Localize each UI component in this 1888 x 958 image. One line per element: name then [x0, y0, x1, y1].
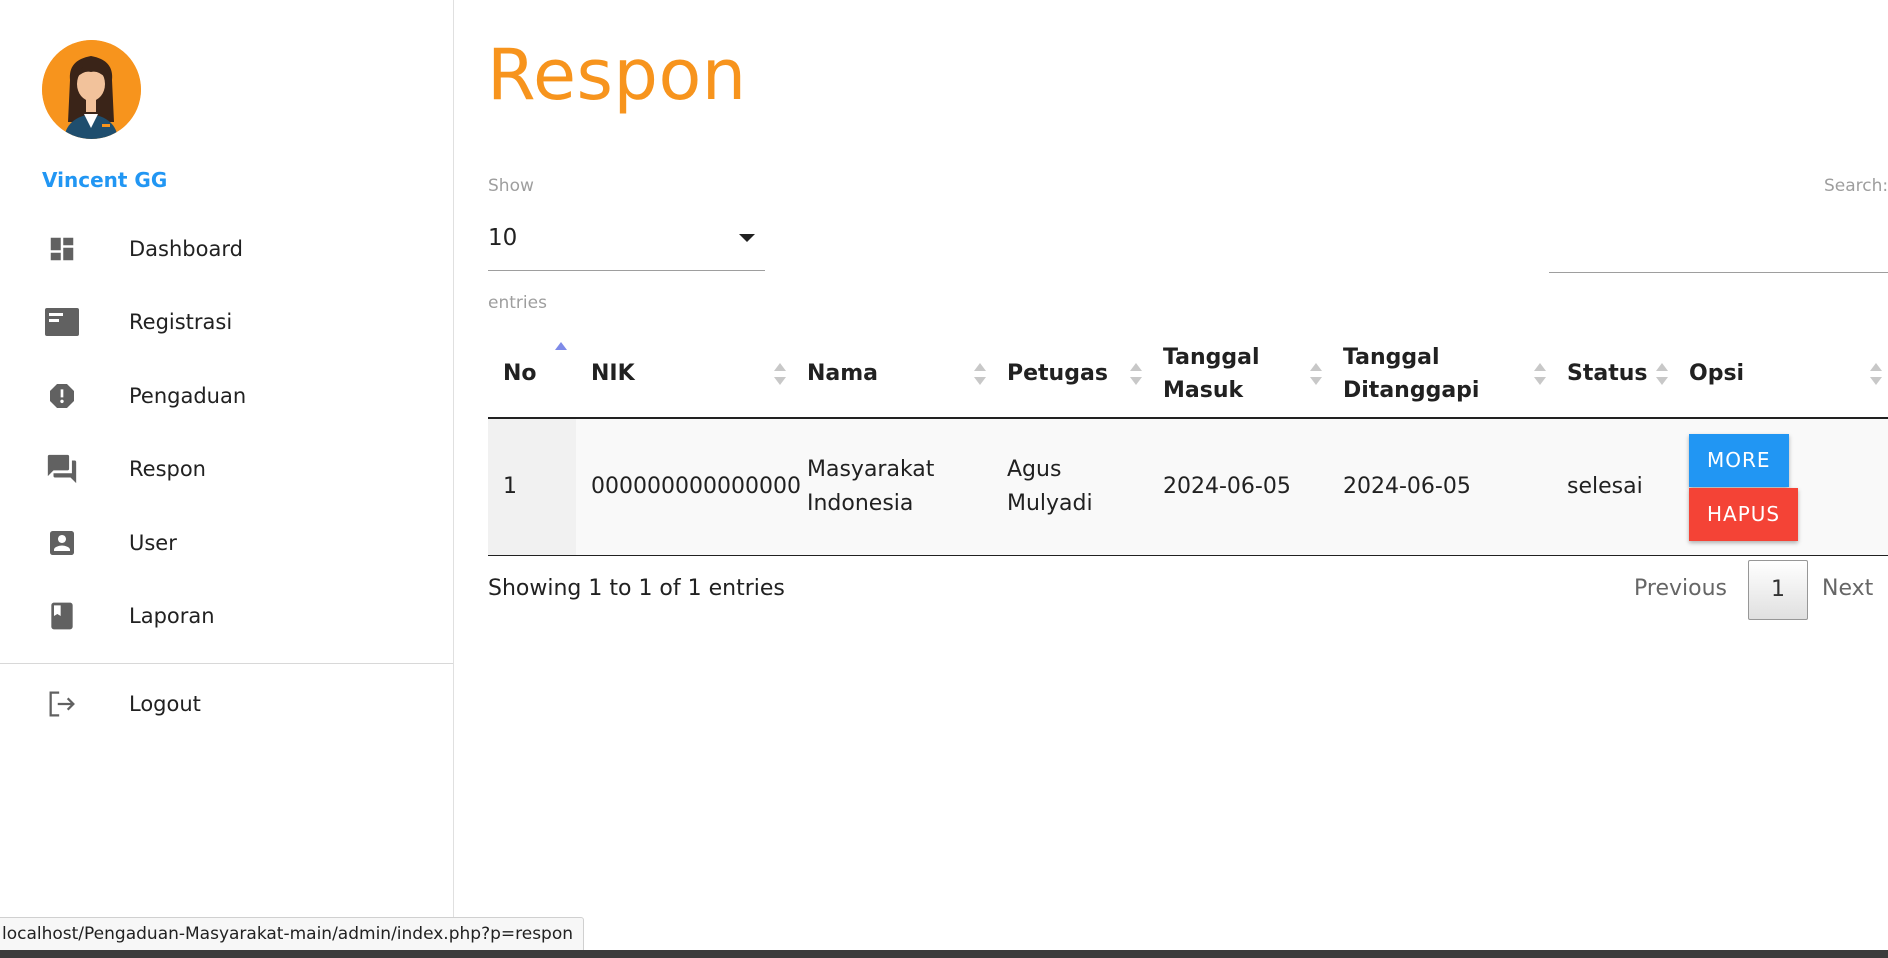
user-name[interactable]: Vincent GG [42, 168, 167, 192]
entries-length-value: 10 [488, 225, 518, 251]
column-header-label: Tanggal Ditanggapi [1343, 344, 1480, 403]
sort-asc-icon [555, 342, 567, 364]
column-header-label: Status [1567, 361, 1648, 386]
main-content: Respon Show 10 entries Search: No NIK Na… [454, 0, 1888, 958]
card-icon [44, 304, 80, 340]
column-header-nik[interactable]: NIK [576, 330, 792, 419]
entries-label: entries [488, 293, 547, 313]
book-icon [44, 598, 80, 634]
sidebar-item-label: Dashboard [129, 236, 243, 261]
sidebar-item-label: Pengaduan [129, 383, 247, 408]
column-header-tanggal-masuk[interactable]: Tanggal Masuk [1148, 330, 1328, 419]
table-info: Showing 1 to 1 of 1 entries [488, 576, 785, 601]
column-header-label: Nama [807, 361, 879, 386]
data-table: No NIK Nama Petugas Tanggal Masuk Tangga… [488, 330, 1888, 556]
hapus-button[interactable]: HAPUS [1689, 487, 1799, 541]
logout-icon [44, 686, 80, 722]
sidebar-item-dashboard[interactable]: Dashboard [0, 212, 453, 286]
search-input[interactable] [1549, 226, 1888, 273]
column-header-tanggal-ditanggapi[interactable]: Tanggal Ditanggapi [1328, 330, 1552, 419]
user-avatar-icon [42, 40, 141, 139]
sidebar-item-label: Respon [129, 457, 206, 482]
sort-icon [1130, 362, 1142, 385]
status-bar-url: localhost/Pengaduan-Masyarakat-main/admi… [0, 917, 585, 951]
column-header-opsi[interactable]: Opsi [1674, 330, 1888, 419]
cell-status: selesai [1552, 418, 1674, 556]
caret-down-icon [739, 234, 755, 242]
sidebar-item-user[interactable]: User [0, 506, 453, 580]
page-title: Respon [487, 34, 747, 116]
page-1-button[interactable]: 1 [1748, 560, 1808, 620]
logout-label: Logout [129, 691, 201, 716]
dashboard-icon [44, 231, 80, 267]
sort-icon [774, 362, 786, 385]
logout-section: Logout [0, 667, 453, 741]
cell-nik: 000000000000000 [576, 418, 801, 556]
avatar[interactable] [42, 40, 141, 139]
cell-opsi: MORE HAPUS [1674, 418, 1888, 556]
sidebar-item-pengaduan[interactable]: Pengaduan [0, 359, 453, 433]
forum-icon [44, 451, 80, 487]
sidebar-item-label: User [129, 530, 177, 555]
column-header-label: NIK [591, 361, 635, 386]
column-header-label: Opsi [1689, 361, 1745, 386]
sidebar-item-label: Registrasi [129, 310, 233, 335]
sort-icon [1870, 362, 1882, 385]
table-header-row: No NIK Nama Petugas Tanggal Masuk Tangga… [488, 330, 1888, 419]
sort-icon [1534, 362, 1546, 385]
sort-icon [1310, 362, 1322, 385]
show-label: Show [488, 176, 534, 196]
sidebar: Vincent GG Dashboard Registrasi Pengadua… [0, 0, 454, 958]
account-box-icon [44, 525, 80, 561]
more-button[interactable]: MORE [1689, 433, 1789, 487]
column-header-nama[interactable]: Nama [792, 330, 992, 419]
column-header-no[interactable]: No [488, 330, 576, 419]
table-row: 1 000000000000000 Masyarakat Indonesia A… [488, 418, 1888, 556]
sidebar-item-logout[interactable]: Logout [0, 667, 453, 741]
sort-icon [974, 362, 986, 385]
sort-icon [1656, 362, 1668, 385]
search-label: Search: [1824, 176, 1888, 196]
sidebar-item-label: Laporan [129, 604, 215, 629]
entries-length-select[interactable]: 10 [488, 220, 765, 271]
column-header-label: Tanggal Masuk [1163, 344, 1260, 403]
cell-nama: Masyarakat Indonesia [792, 418, 992, 556]
column-header-status[interactable]: Status [1552, 330, 1674, 419]
sidebar-item-respon[interactable]: Respon [0, 433, 453, 507]
sidebar-nav: Dashboard Registrasi Pengaduan Respon Us… [0, 212, 453, 653]
sidebar-item-registrasi[interactable]: Registrasi [0, 286, 453, 360]
sidebar-divider [0, 663, 453, 664]
next-page-button[interactable]: Next [1822, 576, 1873, 601]
cell-tanggal-ditanggapi: 2024-06-05 [1328, 418, 1552, 556]
bottom-strip [0, 950, 1888, 958]
alert-icon [44, 378, 80, 414]
cell-no: 1 [488, 418, 576, 556]
column-header-label: No [503, 361, 537, 386]
previous-page-button[interactable]: Previous [1634, 576, 1727, 601]
column-header-label: Petugas [1007, 361, 1108, 386]
column-header-petugas[interactable]: Petugas [992, 330, 1148, 419]
cell-petugas: Agus Mulyadi [992, 418, 1148, 556]
cell-tanggal-masuk: 2024-06-05 [1148, 418, 1328, 556]
sidebar-item-laporan[interactable]: Laporan [0, 580, 453, 654]
